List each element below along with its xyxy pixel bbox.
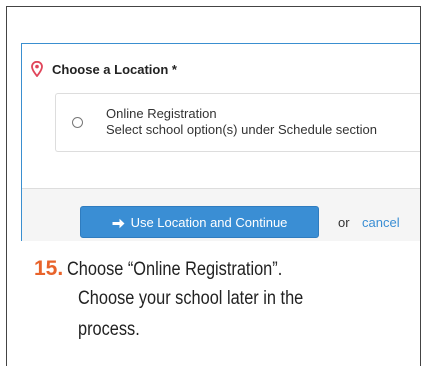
panel-title: Choose a Location * [52,61,177,77]
instruction-line-3-wrap: process. [78,319,150,341]
instruction-line-1: Choose “Online Registration”. [67,259,283,280]
instruction-line-3: process. [78,319,140,340]
arrow-right-icon [112,217,125,228]
location-option-online-registration[interactable]: Online Registration Select school option… [55,93,420,152]
panel-header: Choose a Location * [31,59,177,79]
panel-footer: Use Location and Continue or cancel [22,188,420,241]
use-location-continue-button[interactable]: Use Location and Continue [80,206,319,238]
option-title: Online Registration [106,106,217,121]
option-description: Select school option(s) under Schedule s… [106,122,377,137]
step-number: 15. [34,257,64,280]
or-separator: or [338,215,350,230]
continue-button-label: Use Location and Continue [130,214,288,230]
location-panel: Choose a Location * Online Registration … [21,43,420,241]
location-radio[interactable] [72,117,83,128]
screenshot-frame: Choose a Location * Online Registration … [6,6,421,366]
instruction-line-2-wrap: Choose your school later in the [78,288,340,310]
map-pin-icon [31,60,43,78]
cancel-link[interactable]: cancel [362,215,400,230]
instruction-line-2: Choose your school later in the [78,288,304,309]
instruction-step: 15. Choose “Online Registration”. [34,257,318,281]
